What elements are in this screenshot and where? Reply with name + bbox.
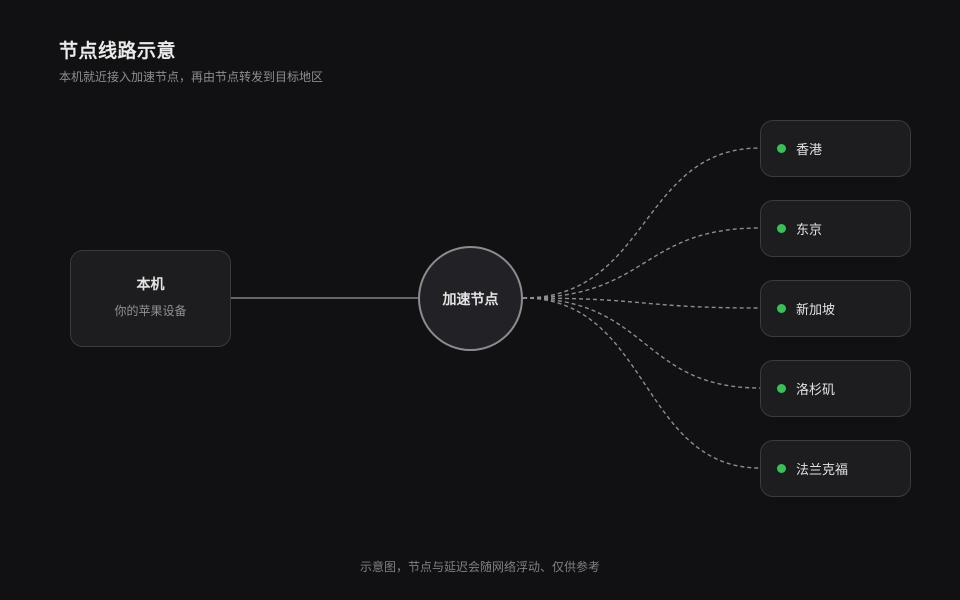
destination-label: 法兰克福: [796, 463, 849, 478]
acceleration-node: 加速节点: [418, 246, 523, 351]
hub-to-frankfurt-line: [522, 297, 761, 469]
hub-to-tokyo-line: [522, 227, 761, 299]
destination-label: 新加坡: [796, 303, 836, 318]
footer-note: 示意图，节点与延迟会随网络浮动、仅供参考: [359, 560, 600, 574]
status-dot-icon: [777, 144, 786, 153]
hub-to-losangeles-line: [522, 297, 761, 389]
destination-node-losangeles: 洛杉矶: [760, 360, 911, 417]
hub-to-hongkong-line: [522, 147, 761, 299]
destination-label: 香港: [796, 143, 823, 158]
status-dot-icon: [777, 464, 786, 473]
status-dot-icon: [777, 224, 786, 233]
local-device-description: 你的苹果设备: [114, 304, 187, 318]
local-device-node: 本机 你的苹果设备: [70, 250, 231, 347]
destination-node-hongkong: 香港: [760, 120, 911, 177]
diagram-stage: 节点线路示意 本机就近接入加速节点，再由节点转发到目标地区 本机 你的苹果设备 …: [0, 0, 960, 600]
destination-node-frankfurt: 法兰克福: [760, 440, 911, 497]
acceleration-node-label: 加速节点: [442, 291, 499, 308]
destination-node-singapore: 新加坡: [760, 280, 911, 337]
destination-label: 洛杉矶: [796, 383, 836, 398]
status-dot-icon: [777, 384, 786, 393]
local-device-name: 本机: [136, 277, 165, 293]
destination-node-tokyo: 东京: [760, 200, 911, 257]
status-dot-icon: [777, 304, 786, 313]
destination-label: 东京: [796, 223, 823, 238]
